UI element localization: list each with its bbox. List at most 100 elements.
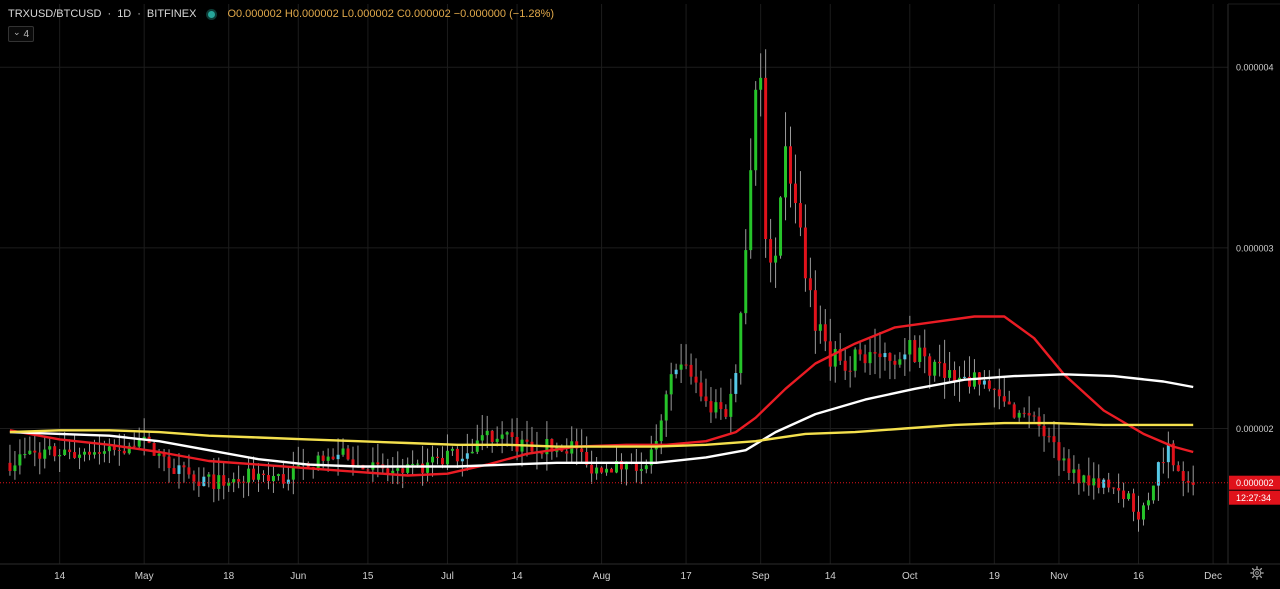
x-tick-label: Dec	[1204, 571, 1222, 582]
candle-body	[1057, 442, 1061, 461]
x-tick-label: 18	[223, 571, 235, 582]
candle-body	[212, 474, 216, 489]
y-tick-label: 0.000003	[1236, 243, 1274, 253]
candle-body	[445, 450, 449, 465]
candle-body	[798, 203, 802, 228]
candle-body	[87, 451, 91, 455]
candle-body	[500, 434, 504, 439]
candle-body	[346, 448, 350, 460]
candle-body	[779, 197, 783, 256]
candle-body	[1037, 416, 1041, 426]
candle-body	[1146, 500, 1150, 506]
indicator-count: 4	[23, 28, 30, 40]
candle-body	[23, 454, 27, 456]
candle-body	[1181, 471, 1185, 481]
candle-body	[450, 448, 454, 451]
candle-body	[764, 77, 768, 240]
candle-body	[793, 183, 797, 204]
candle-body	[172, 468, 176, 474]
candle-body	[1156, 462, 1160, 486]
candle-body	[232, 479, 236, 483]
candle-body	[73, 452, 77, 458]
candle-body	[833, 349, 837, 367]
candle-body	[729, 393, 733, 417]
candle-body	[744, 250, 748, 314]
candle-body	[257, 473, 261, 480]
candle-body	[237, 479, 241, 482]
candle-body	[68, 449, 72, 453]
candle-body	[749, 170, 753, 251]
candle-body	[784, 146, 788, 198]
candle-body	[684, 364, 688, 366]
candle-body	[92, 452, 96, 455]
candle-body	[187, 467, 191, 475]
candle-body	[714, 402, 718, 413]
candle-body	[391, 470, 395, 474]
candle-body	[1102, 479, 1106, 488]
candle-body	[699, 382, 703, 397]
candle-body	[401, 468, 405, 473]
candle-body	[112, 446, 116, 450]
candle-body	[122, 450, 126, 454]
candle-body	[634, 463, 638, 471]
candle-body	[376, 462, 380, 465]
candle-body	[465, 453, 469, 459]
candle-body	[853, 349, 857, 371]
candle-body	[1151, 485, 1155, 501]
candle-body	[416, 463, 420, 465]
candle-body	[411, 463, 415, 465]
x-tick-label: Oct	[902, 571, 918, 582]
x-tick-label: 15	[362, 571, 374, 582]
candle-body	[137, 440, 141, 447]
candle-body	[918, 347, 922, 362]
candle-body	[873, 352, 877, 354]
gear-icon[interactable]	[1250, 566, 1264, 580]
candle-body	[262, 473, 265, 476]
candle-body	[803, 227, 807, 279]
chevron-down-icon: ⌄	[12, 27, 21, 37]
candle-body	[595, 467, 599, 474]
candle-body	[610, 468, 614, 473]
candle-body	[858, 349, 862, 355]
candle-body	[331, 456, 335, 460]
symbol-label[interactable]: TRXUSD/BTCUSD	[8, 8, 102, 20]
candle-body	[1082, 475, 1086, 483]
candle-body	[938, 361, 942, 364]
candle-body	[421, 463, 425, 473]
candle-body	[868, 352, 872, 364]
candle-body	[1027, 412, 1031, 416]
exchange-label: BITFINEX	[146, 8, 197, 20]
candle-body	[669, 374, 673, 395]
candle-body	[1087, 475, 1091, 486]
candle-body	[167, 456, 171, 469]
candle-body	[152, 443, 156, 456]
candle-body	[341, 448, 345, 455]
indicators-toggle-button[interactable]: ⌄ 4	[8, 26, 34, 42]
candle-body	[291, 467, 295, 480]
candle-body	[366, 469, 370, 471]
candle-body	[580, 448, 584, 453]
interval-label[interactable]: 1D	[117, 8, 131, 20]
candle-body	[1042, 425, 1046, 437]
candle-body	[1002, 396, 1006, 402]
candle-body	[485, 430, 489, 436]
countdown-label: 12:27:34	[1236, 493, 1271, 503]
candle-body	[1017, 412, 1021, 418]
candle-body	[1092, 478, 1096, 486]
candle-body	[883, 353, 887, 358]
candle-body	[754, 89, 758, 171]
chart-area[interactable]: 14 May 18 Jun 15 Jul 14 Aug 17 Sep 14 Oct 19 Nov 16 Dec…	[0, 0, 1280, 584]
y-tick-label: 0.000002	[1236, 424, 1274, 434]
candle-body	[659, 420, 663, 442]
candle-body	[316, 455, 320, 469]
candle-body	[818, 324, 822, 331]
candle-body	[440, 457, 444, 465]
candle-body	[436, 456, 439, 458]
candle-body	[510, 432, 514, 437]
candle-body	[480, 435, 484, 441]
candle-body	[266, 475, 270, 482]
candle-body	[1127, 493, 1131, 500]
candle-body	[202, 476, 206, 487]
price-chart-svg[interactable]: 14 May 18 Jun 15 Jul 14 Aug 17 Sep 14 Oct 19 Nov 16 Dec…	[0, 0, 1280, 584]
candle-body	[132, 445, 136, 447]
